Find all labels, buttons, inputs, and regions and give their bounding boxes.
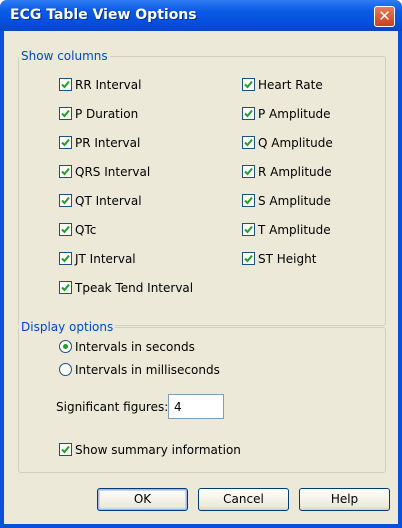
checkbox-label: Q Amplitude — [258, 135, 333, 150]
checkbox-jt-interval[interactable]: JT Interval — [59, 250, 136, 267]
cancel-button[interactable]: Cancel — [198, 488, 289, 511]
checkbox-box[interactable] — [59, 252, 72, 265]
radio-intervals-milliseconds[interactable]: Intervals in milliseconds — [59, 361, 220, 378]
checkbox-heart-rate[interactable]: Heart Rate — [242, 76, 323, 93]
checkbox-q-amplitude[interactable]: Q Amplitude — [242, 134, 333, 151]
checkbox-t-amplitude[interactable]: T Amplitude — [242, 221, 331, 238]
radio-dot — [63, 344, 68, 349]
checkbox-box[interactable] — [59, 165, 72, 178]
significant-figures-label: Significant figures: — [56, 400, 169, 414]
checkbox-box[interactable] — [59, 443, 72, 456]
checkbox-label: R Amplitude — [258, 164, 332, 179]
checkbox-box[interactable] — [59, 136, 72, 149]
checkbox-qtc[interactable]: QTc — [59, 221, 96, 238]
checkbox-pr-interval[interactable]: PR Interval — [59, 134, 140, 151]
checkbox-s-amplitude[interactable]: S Amplitude — [242, 192, 331, 209]
radio-intervals-seconds[interactable]: Intervals in seconds — [59, 338, 195, 355]
checkbox-label: T Amplitude — [258, 222, 331, 237]
checkbox-label: Heart Rate — [258, 77, 323, 92]
checkbox-label: PR Interval — [75, 135, 141, 150]
checkbox-r-amplitude[interactable]: R Amplitude — [242, 163, 332, 180]
radio-button[interactable] — [59, 340, 72, 353]
ok-button[interactable]: OK — [97, 488, 188, 511]
checkbox-box[interactable] — [59, 78, 72, 91]
checkbox-label: RR Interval — [75, 77, 142, 92]
checkbox-box[interactable] — [242, 136, 255, 149]
checkbox-box[interactable] — [242, 165, 255, 178]
checkbox-label: S Amplitude — [258, 193, 331, 208]
close-icon[interactable]: ✕ — [374, 6, 395, 27]
checkbox-st-height[interactable]: ST Height — [242, 250, 316, 267]
radio-label: Intervals in milliseconds — [75, 362, 220, 377]
window-title: ECG Table View Options — [10, 7, 197, 23]
checkbox-box[interactable] — [59, 107, 72, 120]
checkbox-label: JT Interval — [75, 251, 136, 266]
checkbox-label: Tpeak Tend Interval — [75, 280, 194, 295]
help-button[interactable]: Help — [299, 488, 390, 511]
checkbox-box[interactable] — [242, 107, 255, 120]
checkbox-box[interactable] — [242, 194, 255, 207]
radio-label: Intervals in seconds — [75, 339, 195, 354]
display-options-title: Display options — [19, 320, 116, 334]
show-columns-title: Show columns — [19, 49, 110, 63]
checkbox-box[interactable] — [59, 223, 72, 236]
checkbox-p-amplitude[interactable]: P Amplitude — [242, 105, 331, 122]
checkbox-label: QRS Interval — [75, 164, 151, 179]
significant-figures-input[interactable] — [168, 394, 224, 419]
checkbox-show-summary[interactable]: Show summary information — [59, 441, 241, 458]
checkbox-qt-interval[interactable]: QT Interval — [59, 192, 142, 209]
checkbox-box[interactable] — [59, 281, 72, 294]
checkbox-label: ST Height — [258, 251, 317, 266]
checkbox-rr-interval[interactable]: RR Interval — [59, 76, 141, 93]
checkbox-label: P Amplitude — [258, 106, 331, 121]
checkbox-label: QT Interval — [75, 193, 142, 208]
checkbox-qrs-interval[interactable]: QRS Interval — [59, 163, 150, 180]
checkbox-label: QTc — [75, 222, 97, 237]
title-bar[interactable]: ECG Table View Options ✕ — [0, 0, 402, 31]
dialog-body: Show columns RR Interval P Duration PR Int… — [4, 31, 398, 524]
dialog-window: ECG Table View Options ✕ Show columns RR… — [0, 0, 402, 528]
checkbox-box[interactable] — [59, 194, 72, 207]
checkbox-box[interactable] — [242, 252, 255, 265]
checkbox-box[interactable] — [242, 223, 255, 236]
checkbox-p-duration[interactable]: P Duration — [59, 105, 138, 122]
checkbox-box[interactable] — [242, 78, 255, 91]
checkbox-label: Show summary information — [75, 442, 241, 457]
radio-button[interactable] — [59, 363, 72, 376]
checkbox-label: P Duration — [75, 106, 139, 121]
checkbox-tpeak-tend-interval[interactable]: Tpeak Tend Interval — [59, 279, 193, 296]
